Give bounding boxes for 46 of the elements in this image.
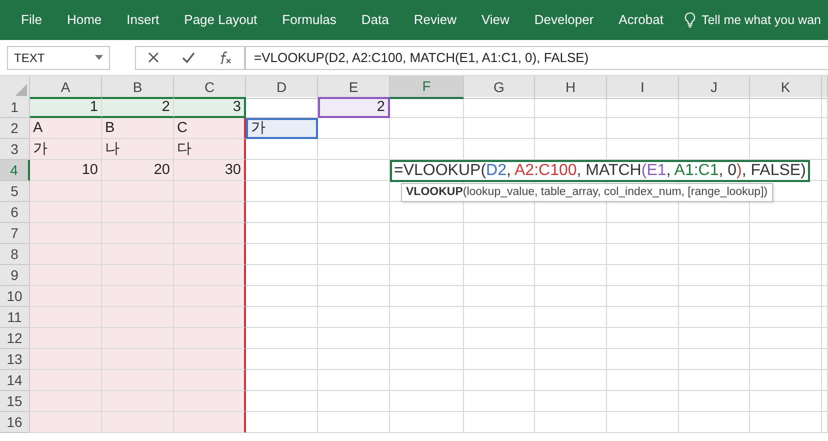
row-header[interactable]: 11	[0, 307, 30, 328]
cell[interactable]: 나	[102, 139, 174, 160]
cell[interactable]: C	[174, 118, 246, 139]
cell[interactable]: B	[102, 118, 174, 139]
cell[interactable]: A	[30, 118, 102, 139]
row-header[interactable]: 7	[0, 223, 30, 244]
ribbon-tab[interactable]: View	[481, 10, 510, 30]
ribbon-tab[interactable]: Review	[414, 10, 456, 30]
row-header[interactable]: 9	[0, 265, 30, 286]
cell[interactable]: 3	[174, 97, 246, 118]
row-header[interactable]: 5	[0, 181, 30, 202]
row-header[interactable]: 10	[0, 286, 30, 307]
ribbon-tab[interactable]: Data	[361, 10, 389, 30]
cell[interactable]: 20	[102, 160, 174, 181]
active-cell-editor[interactable]: =VLOOKUP(D2, A2:C100, MATCH(E1, A1:C1, 0), FALSE)	[390, 160, 810, 182]
row-header[interactable]: 4	[0, 160, 30, 181]
cell[interactable]: 30	[174, 160, 246, 181]
ribbon-tab[interactable]: Page Layout	[184, 10, 258, 30]
ribbon-tab[interactable]: Developer	[534, 10, 594, 30]
row-header[interactable]: 2	[0, 118, 30, 139]
ribbon-tab[interactable]: Insert	[126, 10, 160, 30]
function-tooltip: VLOOKUP(lookup_value, table_array, col_index_num, [range_lookup])	[401, 183, 773, 202]
tell-me-search[interactable]: Tell me what you wan	[701, 10, 821, 30]
row-header[interactable]: 16	[0, 412, 30, 433]
cell[interactable]: 2	[318, 97, 390, 118]
formula-input[interactable]: =VLOOKUP(D2, A2:C100, MATCH(E1, A1:C1, 0), FALSE)	[245, 46, 828, 70]
ribbon-tab[interactable]: Formulas	[282, 10, 336, 30]
cell[interactable]: 가	[30, 139, 102, 160]
cell[interactable]: 2	[102, 97, 174, 118]
name-box[interactable]: TEXT	[7, 46, 110, 70]
ribbon-tab[interactable]: Acrobat	[618, 10, 664, 30]
row-header[interactable]: 15	[0, 391, 30, 412]
row-header[interactable]: 14	[0, 370, 30, 391]
cell[interactable]: 1	[30, 97, 102, 118]
row-header[interactable]: 1	[0, 97, 30, 118]
ribbon-tab[interactable]: File	[21, 10, 42, 30]
cell[interactable]: 가	[246, 118, 318, 139]
row-header[interactable]: 6	[0, 202, 30, 223]
row-header[interactable]: 13	[0, 349, 30, 370]
row-header[interactable]: 8	[0, 244, 30, 265]
cell[interactable]: 10	[30, 160, 102, 181]
row-header[interactable]: 12	[0, 328, 30, 349]
column-header[interactable]: F	[390, 76, 464, 99]
cell[interactable]: 다	[174, 139, 246, 160]
ribbon-tab[interactable]: Home	[66, 10, 102, 30]
row-header[interactable]: 3	[0, 139, 30, 160]
